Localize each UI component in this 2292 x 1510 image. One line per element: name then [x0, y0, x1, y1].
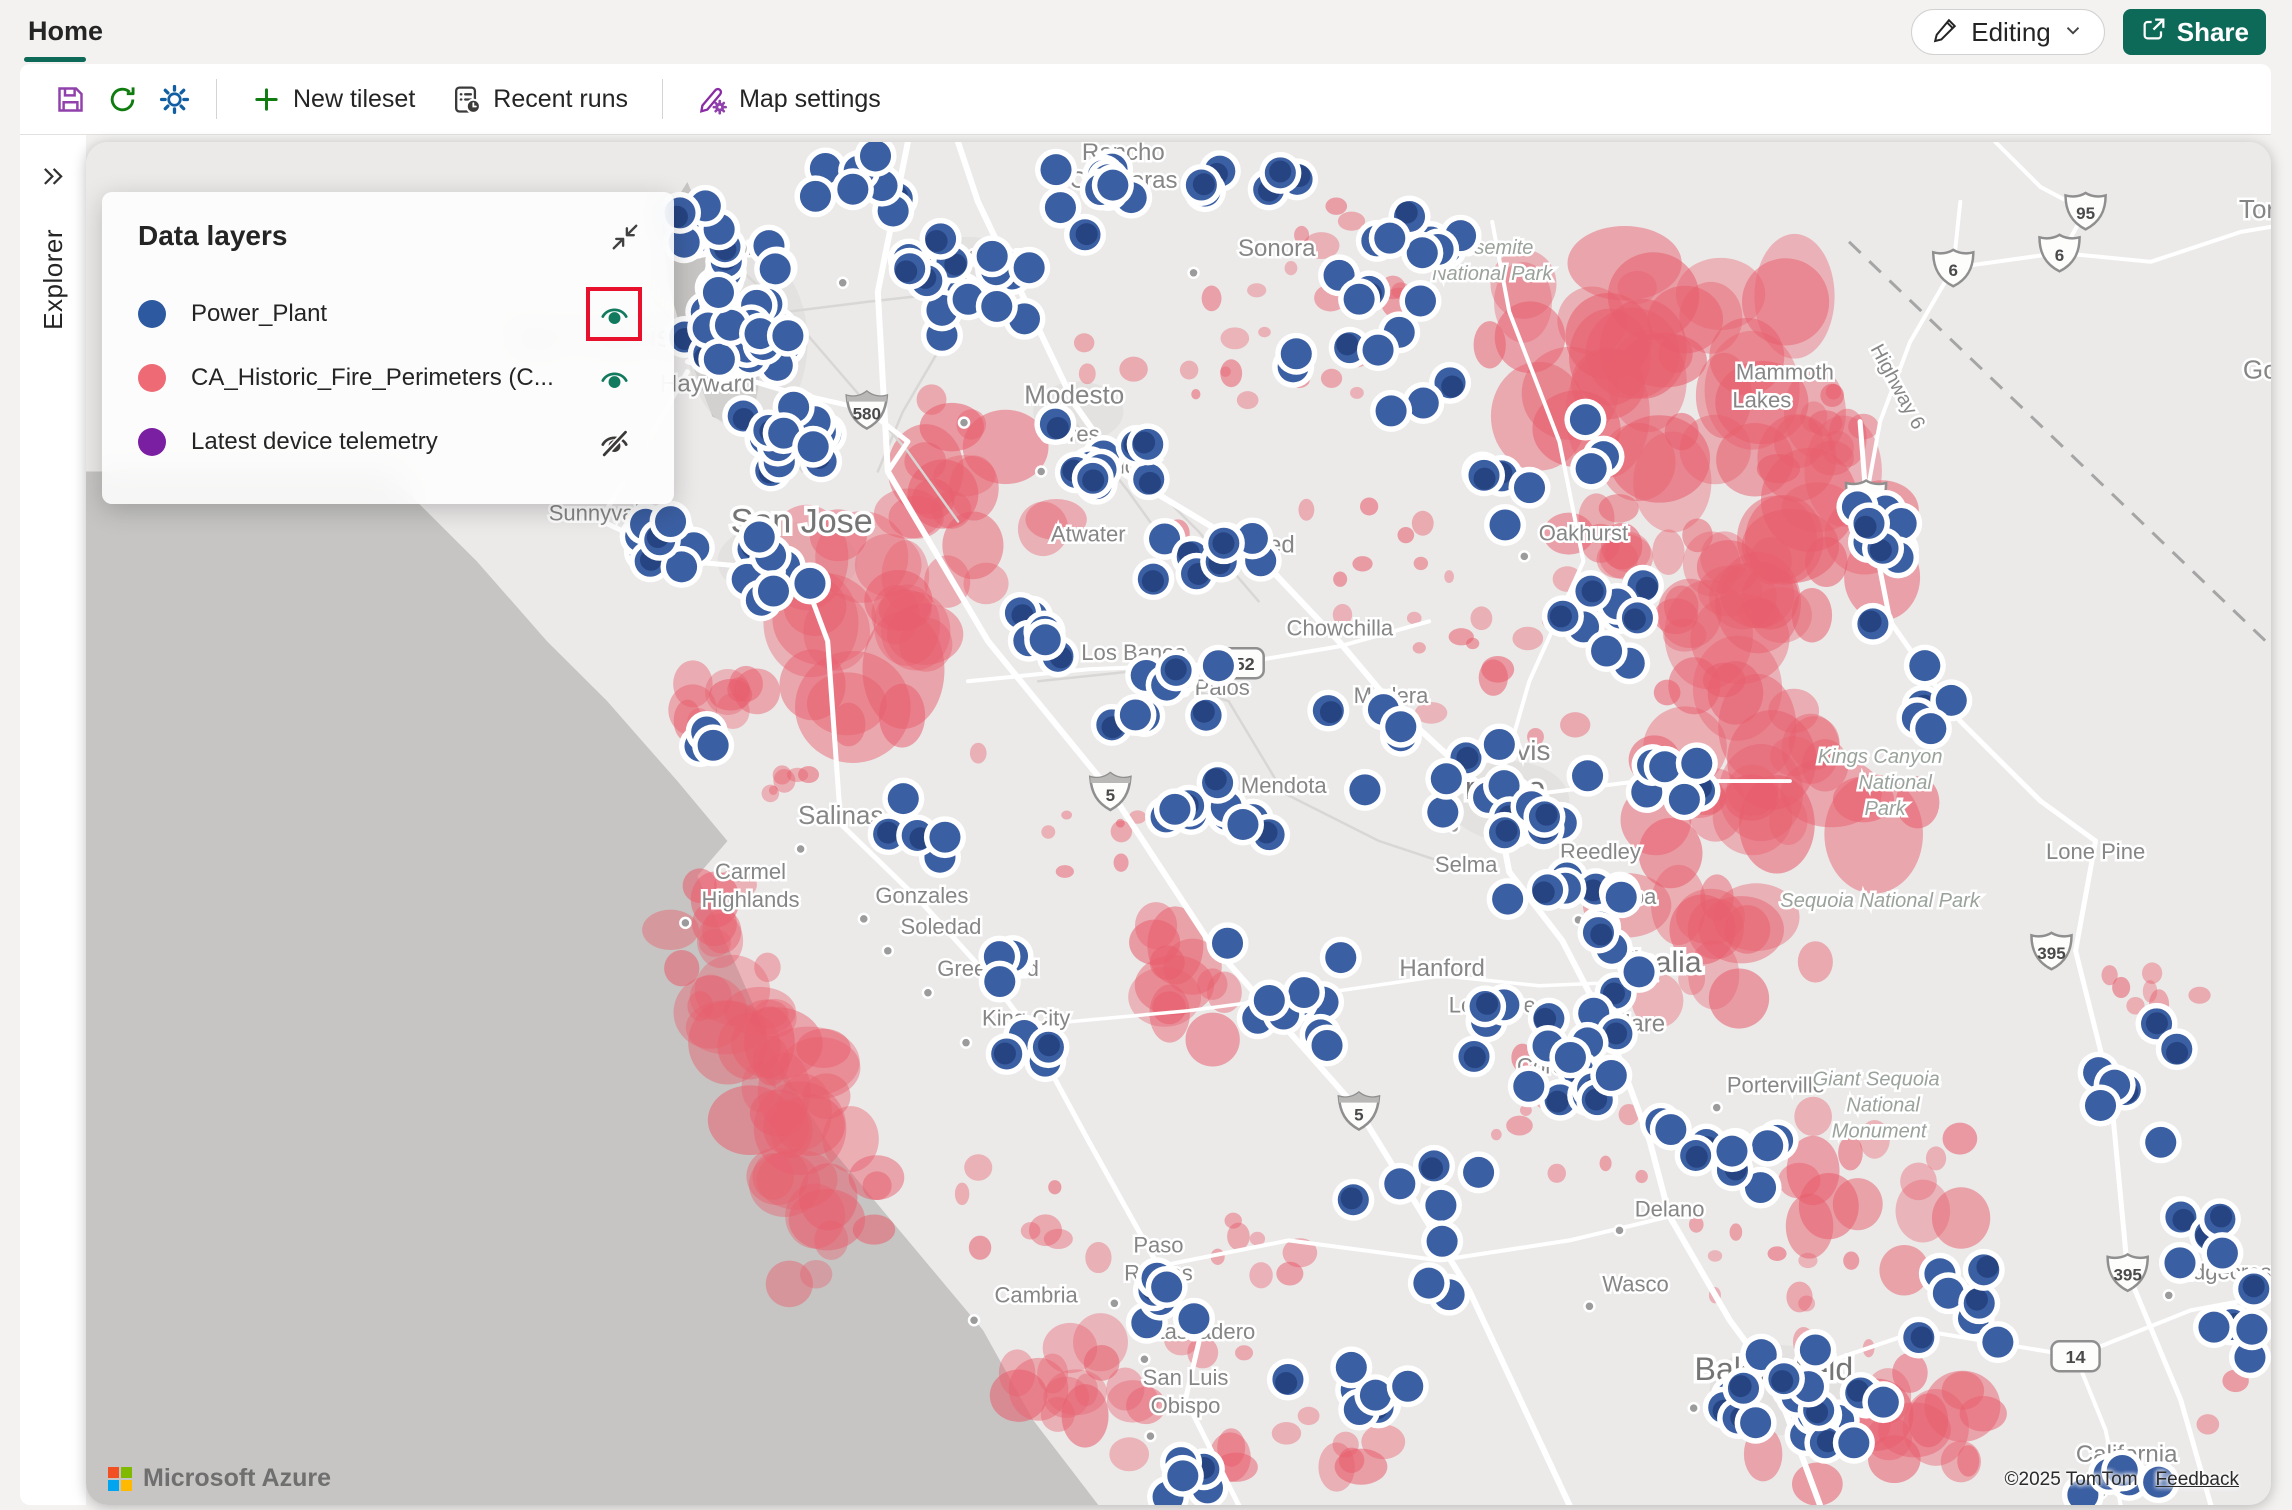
save-button[interactable]	[46, 75, 94, 123]
svg-text:Obispo: Obispo	[1151, 1393, 1221, 1418]
azure-label: Microsoft Azure	[143, 1464, 331, 1493]
layer-color-chip	[138, 300, 166, 328]
svg-text:Gonzales: Gonzales	[875, 883, 968, 908]
layer-visibility-toggle[interactable]	[590, 355, 638, 401]
save-icon	[54, 83, 87, 116]
svg-text:580: 580	[853, 405, 881, 424]
top-bar: Home Editing Share	[0, 0, 2292, 64]
map-settings-label: Map settings	[739, 85, 881, 114]
layer-label: Latest device telemetry	[191, 428, 590, 456]
svg-text:Porterville: Porterville	[1727, 1073, 1825, 1098]
gear-icon	[158, 83, 191, 116]
svg-text:Paso: Paso	[1133, 1232, 1183, 1257]
layer-label: CA_Historic_Fire_Perimeters (C...	[191, 364, 590, 392]
collapse-icon	[610, 222, 640, 252]
new-tileset-label: New tileset	[293, 85, 415, 114]
panel-title: Data layers	[138, 220, 287, 252]
pencil-icon	[1932, 15, 1960, 50]
map-settings-button[interactable]: Map settings	[681, 75, 897, 123]
svg-text:Hanford: Hanford	[1399, 955, 1485, 982]
svg-text:Chowchilla: Chowchilla	[1287, 615, 1394, 640]
new-tileset-button[interactable]: New tileset	[235, 75, 431, 123]
svg-text:6: 6	[2055, 246, 2064, 265]
svg-text:Sonora: Sonora	[1238, 235, 1316, 262]
map-settings-icon	[697, 84, 728, 115]
copyright-text: ©2025 TomTom	[2005, 1469, 2138, 1491]
layer-row: CA_Historic_Fire_Perimeters (C...	[138, 346, 638, 410]
toolbar: New tileset Recent runs Map settings	[20, 64, 2271, 135]
map-container[interactable]: Highway 6ConcordStocktonRanchoCalaverasS…	[86, 142, 2271, 1505]
collapse-panel-button[interactable]	[604, 216, 646, 258]
svg-text:Atwater: Atwater	[1051, 521, 1126, 546]
editing-mode-button[interactable]: Editing	[1911, 9, 2105, 55]
recent-runs-label: Recent runs	[493, 85, 628, 114]
toolbar-divider	[662, 79, 663, 119]
map-attribution: ©2025 TomTom Feedback	[2005, 1469, 2239, 1491]
layer-visibility-toggle[interactable]	[590, 419, 638, 465]
refresh-icon	[106, 83, 139, 116]
svg-text:95: 95	[2076, 204, 2095, 223]
svg-text:14: 14	[2066, 1347, 2086, 1367]
layer-label: Power_Plant	[191, 300, 590, 328]
tab-home[interactable]: Home	[22, 0, 109, 62]
recent-runs-button[interactable]: Recent runs	[435, 75, 644, 123]
explorer-label: Explorer	[38, 229, 69, 330]
svg-text:Kings Canyon: Kings Canyon	[1818, 746, 1943, 768]
explorer-sidebar: Explorer	[20, 135, 86, 1505]
double-chevron-right-icon	[38, 162, 68, 192]
svg-text:Lakes: Lakes	[1732, 388, 1791, 413]
svg-text:395: 395	[2113, 1265, 2141, 1284]
svg-text:Delano: Delano	[1635, 1196, 1705, 1221]
svg-text:Highlands: Highlands	[702, 887, 800, 912]
svg-text:National: National	[1846, 1095, 1920, 1117]
plus-icon	[251, 84, 282, 115]
svg-text:5: 5	[1354, 1106, 1363, 1125]
layer-visibility-toggle[interactable]	[590, 291, 638, 337]
svg-text:Oakhurst: Oakhurst	[1539, 520, 1628, 545]
expand-sidebar-button[interactable]	[31, 155, 75, 199]
svg-text:5: 5	[1106, 786, 1115, 805]
data-layers-panel: Data layers Power_Plant CA_Historic_Fire…	[102, 192, 674, 504]
feedback-link[interactable]: Feedback	[2156, 1469, 2239, 1491]
layer-list: Power_Plant CA_Historic_Fire_Perimeters …	[138, 282, 638, 474]
layer-row: Latest device telemetry	[138, 410, 638, 474]
svg-text:Giant Sequoia: Giant Sequoia	[1813, 1069, 1940, 1091]
svg-text:National: National	[1858, 772, 1932, 794]
editing-label: Editing	[1971, 17, 2051, 48]
azure-attribution: Microsoft Azure	[108, 1464, 331, 1493]
toolbar-divider	[216, 79, 217, 119]
settings-button[interactable]	[150, 75, 198, 123]
main-content: Explorer Highway 6ConcordStocktonRanchoC…	[20, 135, 2271, 1505]
layer-color-chip	[138, 428, 166, 456]
svg-text:395: 395	[2037, 944, 2065, 963]
svg-text:Wasco: Wasco	[1602, 1271, 1669, 1296]
refresh-button[interactable]	[98, 75, 146, 123]
layer-row: Power_Plant	[138, 282, 638, 346]
svg-text:Tor: Tor	[2239, 194, 2271, 224]
chevron-down-icon	[2062, 17, 2084, 48]
svg-text:Carmel: Carmel	[715, 859, 786, 884]
svg-text:Mendota: Mendota	[1241, 773, 1328, 798]
svg-text:Mammoth: Mammoth	[1736, 360, 1834, 385]
svg-text:Monument: Monument	[1832, 1121, 1928, 1143]
svg-text:Gol: Gol	[2243, 355, 2271, 385]
share-icon	[2140, 15, 2168, 50]
svg-text:San Luis: San Luis	[1143, 1365, 1229, 1390]
svg-text:Modesto: Modesto	[1024, 380, 1124, 410]
svg-text:Selma: Selma	[1435, 852, 1498, 877]
svg-text:6: 6	[1949, 261, 1958, 280]
svg-text:Sequoia National Park: Sequoia National Park	[1780, 890, 1980, 912]
svg-text:Lone Pine: Lone Pine	[2046, 839, 2145, 864]
share-label: Share	[2177, 17, 2249, 48]
layer-color-chip	[138, 364, 166, 392]
tab-home-underline	[24, 57, 86, 62]
svg-text:Cambria: Cambria	[995, 1282, 1079, 1307]
recent-runs-icon	[451, 84, 482, 115]
share-button[interactable]: Share	[2123, 9, 2266, 55]
svg-text:Soledad: Soledad	[901, 914, 982, 939]
svg-text:Park: Park	[1865, 798, 1907, 820]
microsoft-logo-icon	[108, 1467, 132, 1491]
